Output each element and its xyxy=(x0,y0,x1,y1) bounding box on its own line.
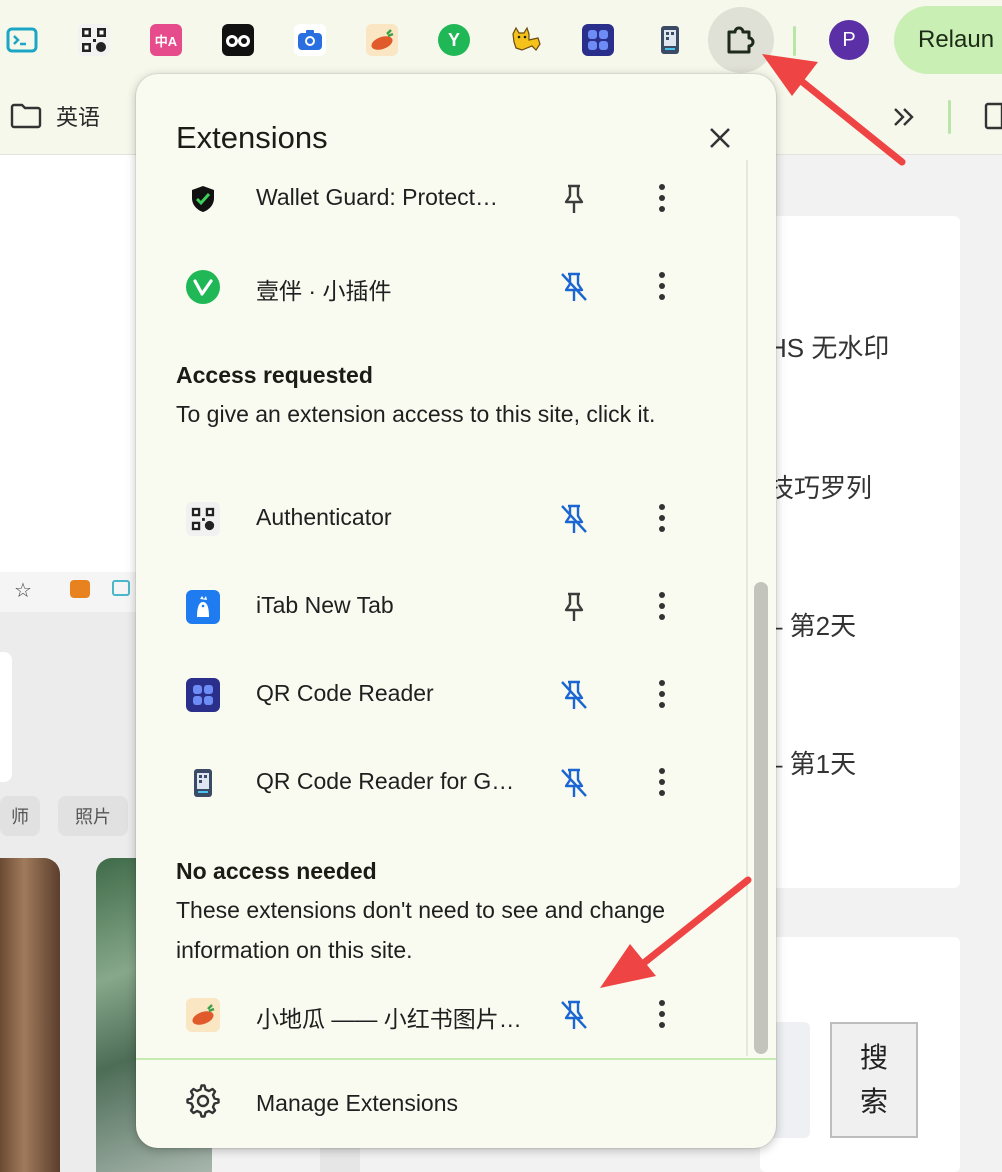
extensions-popup: Extensions Wallet Guard: Protect… 壹伴 · 小… xyxy=(136,74,776,1148)
relaunch-button[interactable]: Relaun xyxy=(894,6,1002,74)
more-vert-icon xyxy=(659,272,665,300)
manage-extensions-button[interactable]: Manage Extensions xyxy=(136,1070,776,1134)
more-vert-icon xyxy=(659,184,665,212)
extension-name: 小地瓜 —— 小红书图片… xyxy=(256,1006,522,1032)
section-description-no-access: These extensions don't need to see and c… xyxy=(176,897,666,963)
qr-reader-g-icon xyxy=(186,766,220,800)
pin-icon xyxy=(564,592,584,621)
folder-icon[interactable] xyxy=(984,100,1002,135)
extension-name: QR Code Reader xyxy=(256,680,434,706)
terminal-icon xyxy=(112,580,130,596)
extension-row-wallet-guard[interactable]: Wallet Guard: Protect… xyxy=(136,168,736,228)
unpin-button[interactable] xyxy=(556,764,592,802)
extension-name: Authenticator xyxy=(256,504,392,530)
more-options-button[interactable] xyxy=(644,498,680,538)
terminal-icon[interactable] xyxy=(6,24,38,56)
sweet-potato-icon[interactable] xyxy=(366,24,398,56)
qr-reader-g-icon[interactable] xyxy=(654,24,686,56)
qr-code-icon[interactable] xyxy=(78,24,110,56)
bookmark-folder-yingyu[interactable]: 英语 xyxy=(10,98,100,134)
extension-row-authenticator[interactable]: Authenticator xyxy=(136,488,736,548)
search-button[interactable]: 搜 索 xyxy=(830,1022,918,1138)
section-heading-access-requested: Access requested xyxy=(176,362,373,388)
qr-reader-icon xyxy=(186,678,220,712)
scrollbar-track xyxy=(746,160,748,1056)
unpin-button[interactable] xyxy=(556,500,592,538)
extensions-button[interactable] xyxy=(708,7,774,73)
bird-icon xyxy=(186,590,220,624)
extension-name: iTab New Tab xyxy=(256,592,394,618)
more-vert-icon xyxy=(659,592,665,620)
folder-icon xyxy=(10,103,42,129)
article-list-card xyxy=(760,216,960,888)
sweet-potato-icon xyxy=(186,998,220,1032)
section-heading-no-access: No access needed xyxy=(176,858,377,884)
extension-row-yiban[interactable]: 壹伴 · 小插件 xyxy=(136,256,736,316)
extension-name: QR Code Reader for G… xyxy=(256,768,515,794)
article-title-2[interactable]: 技巧罗列 xyxy=(768,468,872,505)
pin-off-icon xyxy=(561,272,587,301)
bookmarks-separator xyxy=(948,100,951,134)
more-options-button[interactable] xyxy=(644,762,680,802)
qr-code-icon xyxy=(186,502,220,536)
pin-off-icon xyxy=(561,1000,587,1029)
close-button[interactable] xyxy=(700,118,740,158)
photo-thumbnail xyxy=(0,858,60,1172)
footer-divider xyxy=(136,1058,776,1060)
extension-row-qr-code-reader[interactable]: QR Code Reader xyxy=(136,664,736,724)
article-title-1[interactable]: HS 无水印 xyxy=(768,328,889,365)
more-options-button[interactable] xyxy=(644,178,680,218)
pin-off-icon xyxy=(561,680,587,709)
y-logo-icon[interactable]: Y xyxy=(438,24,470,56)
cat-icon[interactable] xyxy=(510,24,542,56)
more-options-button[interactable] xyxy=(644,266,680,306)
more-vert-icon xyxy=(659,680,665,708)
embedded-panel-edge xyxy=(0,652,12,782)
profile-avatar[interactable]: P xyxy=(829,20,869,60)
unpin-button[interactable] xyxy=(556,676,592,714)
qr-reader-icon[interactable] xyxy=(582,24,614,56)
star-icon: ☆ xyxy=(14,580,32,602)
more-vert-icon xyxy=(659,768,665,796)
owl-icon[interactable] xyxy=(222,24,254,56)
unpin-button[interactable] xyxy=(556,268,592,306)
gear-icon xyxy=(186,1084,220,1118)
translate-icon[interactable]: 中A xyxy=(150,24,182,56)
pin-button[interactable] xyxy=(556,180,592,218)
extension-row-itab[interactable]: iTab New Tab xyxy=(136,576,736,636)
more-options-button[interactable] xyxy=(644,674,680,714)
unpin-button[interactable] xyxy=(556,996,592,1034)
close-icon xyxy=(710,128,730,148)
extension-row-qr-code-reader-g[interactable]: QR Code Reader for G… xyxy=(136,752,736,812)
category-chip: 师 xyxy=(0,796,40,836)
puzzle-icon xyxy=(727,26,755,54)
browser-toolbar: 中A Y P Relaun xyxy=(0,0,1002,82)
section-description-access-requested: To give an extension access to this site… xyxy=(176,401,656,427)
popup-title: Extensions xyxy=(176,120,328,155)
fox-icon xyxy=(70,580,90,598)
pin-icon xyxy=(564,184,584,213)
extension-name: 壹伴 · 小插件 xyxy=(256,278,392,304)
more-vert-icon xyxy=(659,504,665,532)
manage-extensions-label: Manage Extensions xyxy=(256,1090,459,1116)
pin-button[interactable] xyxy=(556,588,592,626)
extension-row-xiaodigua[interactable]: 小地瓜 —— 小红书图片… xyxy=(136,984,736,1044)
category-chip: 照片 xyxy=(58,796,128,836)
more-vert-icon xyxy=(659,1000,665,1028)
y-logo-icon xyxy=(186,270,220,304)
scrollbar-thumb[interactable] xyxy=(754,582,768,1054)
more-options-button[interactable] xyxy=(644,994,680,1034)
extension-name: Wallet Guard: Protect… xyxy=(256,184,499,210)
article-title-3[interactable]: – 第2天 xyxy=(768,606,856,643)
pin-off-icon xyxy=(561,768,587,797)
bookmark-folder-label: 英语 xyxy=(56,105,101,130)
toolbar-separator xyxy=(793,26,796,56)
camera-icon[interactable] xyxy=(294,24,326,56)
more-options-button[interactable] xyxy=(644,586,680,626)
article-title-4[interactable]: – 第1天 xyxy=(768,744,856,781)
pin-off-icon xyxy=(561,504,587,533)
shield-check-icon xyxy=(186,182,220,216)
more-bookmarks-icon[interactable] xyxy=(892,104,916,135)
